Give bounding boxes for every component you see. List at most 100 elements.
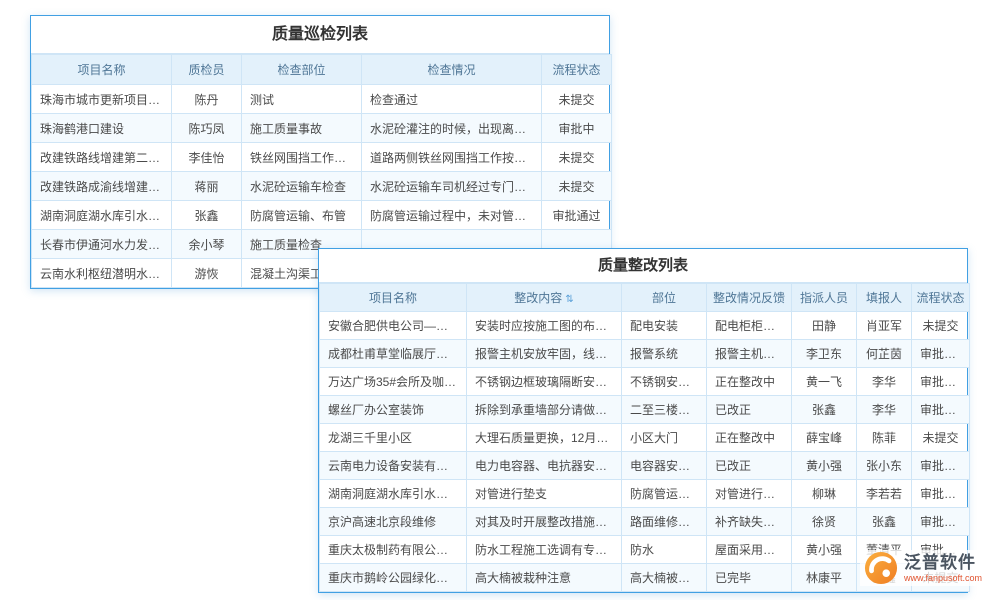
rectify-cell-part: 路面维修检... (622, 508, 707, 536)
rectify-cell-assignee[interactable]: 张鑫 (792, 396, 857, 424)
inspection-row: 改建铁路线增建第二线...李佳怡铁丝网围挡工作检查道路两侧铁丝网围挡工作按设计.… (32, 143, 612, 172)
rectify-cell-rectify-content: 高大楠被栽种注意 (467, 564, 622, 592)
sort-icon[interactable]: ⇅ (565, 294, 573, 305)
inspection-cell-project-name[interactable]: 珠海市城市更新项目紫... (32, 85, 172, 114)
rectify-cell-reporter[interactable]: 李若若 (857, 480, 912, 508)
rectify-cell-part: 小区大门 (622, 424, 707, 452)
rectify-cell-reporter[interactable]: 李华 (857, 368, 912, 396)
column-label: 质检员 (188, 63, 224, 77)
inspection-cell-inspector: 游恢 (172, 259, 242, 288)
rectify-cell-rectify-content: 拆除到承重墙部分请做好加固... (467, 396, 622, 424)
rectify-row: 万达广场35#会所及咖啡厅空...不锈钢边框玻璃隔断安装不牢...不锈钢安装..… (320, 368, 970, 396)
rectify-col-header-flow-status: 流程状态 (912, 284, 970, 312)
rectify-cell-assignee[interactable]: 徐贤 (792, 508, 857, 536)
inspection-cell-check-detail: 检查通过 (362, 85, 542, 114)
rectify-cell-reporter[interactable]: 何芷茵 (857, 340, 912, 368)
rectify-cell-assignee[interactable]: 田静 (792, 312, 857, 340)
rectify-cell-project-name[interactable]: 重庆太极制药有限公司亳州中... (320, 536, 467, 564)
inspection-cell-check-detail: 防腐管运输过程中，未对管进行... (362, 201, 542, 230)
rectify-cell-assignee[interactable]: 黄小强 (792, 536, 857, 564)
rectify-cell-assignee[interactable]: 林康平 (792, 564, 857, 592)
rectify-row: 京沪高速北京段维修对其及时开展整改措施，桥头...路面维修检...补齐缺失标志.… (320, 508, 970, 536)
inspection-cell-flow-status: 未提交 (542, 85, 612, 114)
logo-name: 泛普软件 (904, 553, 982, 573)
rectify-cell-project-name[interactable]: 龙湖三千里小区 (320, 424, 467, 452)
rectify-cell-project-name[interactable]: 安徽合肥供电公司—配电设备... (320, 312, 467, 340)
inspection-cell-check-part: 测试 (242, 85, 362, 114)
rectify-cell-assignee[interactable]: 李卫东 (792, 340, 857, 368)
rectify-cell-feedback: 已改正 (707, 452, 792, 480)
column-label: 检查情况 (427, 63, 475, 77)
rectify-cell-flow-status: 审批通过 (912, 396, 970, 424)
rectify-cell-part: 电容器安装... (622, 452, 707, 480)
inspection-row: 珠海鹤港口建设陈巧凤施工质量事故水泥砼灌注的时候，出现离析现象审批中 (32, 114, 612, 143)
column-label: 检查部位 (277, 63, 325, 77)
inspection-cell-inspector: 陈丹 (172, 85, 242, 114)
rectify-cell-flow-status: 审批通过 (912, 368, 970, 396)
inspection-cell-flow-status: 审批中 (542, 114, 612, 143)
inspection-row: 湖南洞庭湖水库引水工...张鑫防腐管运输、布管防腐管运输过程中，未对管进行...… (32, 201, 612, 230)
inspection-cell-project-name[interactable]: 珠海鹤港口建设 (32, 114, 172, 143)
rectify-col-header-rectify-content[interactable]: 整改内容⇅ (467, 284, 622, 312)
inspection-cell-project-name[interactable]: 改建铁路成渝线增建第... (32, 172, 172, 201)
rectify-cell-reporter[interactable]: 肖亚军 (857, 312, 912, 340)
rectify-row: 湖南洞庭湖水库引水工程施工...对管进行垫支防腐管运输...对管进行垫支柳琳李若… (320, 480, 970, 508)
rectify-cell-project-name[interactable]: 湖南洞庭湖水库引水工程施工... (320, 480, 467, 508)
rectify-col-header-assignee: 指派人员 (792, 284, 857, 312)
column-label: 部位 (652, 291, 676, 305)
rectify-cell-part: 二至三楼混... (622, 396, 707, 424)
inspection-cell-flow-status: 未提交 (542, 172, 612, 201)
rectify-cell-assignee[interactable]: 柳琳 (792, 480, 857, 508)
rectify-cell-part: 配电安装 (622, 312, 707, 340)
rectify-col-header-part: 部位 (622, 284, 707, 312)
rectify-cell-part: 防腐管运输... (622, 480, 707, 508)
inspection-cell-check-part: 施工质量事故 (242, 114, 362, 143)
rectify-cell-rectify-content: 对其及时开展整改措施，桥头... (467, 508, 622, 536)
inspection-cell-inspector: 蒋丽 (172, 172, 242, 201)
inspection-col-header-flow-status: 流程状态 (542, 55, 612, 85)
rectify-header-row: 项目名称整改内容⇅部位整改情况反馈指派人员填报人流程状态 (320, 284, 970, 312)
inspection-cell-project-name[interactable]: 改建铁路线增建第二线... (32, 143, 172, 172)
rectify-cell-project-name[interactable]: 京沪高速北京段维修 (320, 508, 467, 536)
rectify-cell-rectify-content: 报警主机安放牢固，线缆连接... (467, 340, 622, 368)
rectify-cell-project-name[interactable]: 重庆市鹅岭公园绿化景观提升... (320, 564, 467, 592)
rectify-cell-assignee[interactable]: 黄小强 (792, 452, 857, 480)
rectify-list-panel: 质量整改列表 项目名称整改内容⇅部位整改情况反馈指派人员填报人流程状态安徽合肥供… (318, 248, 968, 593)
rectify-col-header-project-name: 项目名称 (320, 284, 467, 312)
column-label: 整改内容 (514, 291, 562, 305)
rectify-cell-assignee[interactable]: 黄一飞 (792, 368, 857, 396)
inspection-cell-project-name[interactable]: 湖南洞庭湖水库引水工... (32, 201, 172, 230)
rectify-cell-rectify-content: 防水工程施工选调有专业资质... (467, 536, 622, 564)
rectify-cell-reporter[interactable]: 张小东 (857, 452, 912, 480)
rectify-cell-feedback: 正在整改中 (707, 424, 792, 452)
rectify-cell-rectify-content: 不锈钢边框玻璃隔断安装不牢... (467, 368, 622, 396)
rectify-cell-reporter[interactable]: 张鑫 (857, 508, 912, 536)
inspection-col-header-check-detail: 检查情况 (362, 55, 542, 85)
rectify-cell-reporter[interactable]: 李华 (857, 396, 912, 424)
rectify-col-header-reporter: 填报人 (857, 284, 912, 312)
fanpu-logo-text: 泛普软件 www.fanpusoft.com (904, 553, 982, 584)
inspection-list-title: 质量巡检列表 (31, 16, 609, 54)
inspection-col-header-check-part: 检查部位 (242, 55, 362, 85)
inspection-cell-inspector: 陈巧凤 (172, 114, 242, 143)
rectify-cell-flow-status: 审批通过 (912, 340, 970, 368)
rectify-cell-rectify-content: 大理石质量更换，12月31日之... (467, 424, 622, 452)
rectify-cell-feedback: 对管进行垫支 (707, 480, 792, 508)
rectify-cell-project-name[interactable]: 螺丝厂办公室装饰 (320, 396, 467, 424)
inspection-cell-project-name[interactable]: 长春市伊通河水力发电... (32, 230, 172, 259)
inspection-cell-check-detail: 道路两侧铁丝网围挡工作按设计... (362, 143, 542, 172)
rectify-cell-project-name[interactable]: 云南电力设备安装有限公司20... (320, 452, 467, 480)
inspection-col-header-project-name: 项目名称 (32, 55, 172, 85)
inspection-cell-inspector: 余小琴 (172, 230, 242, 259)
column-label: 项目名称 (369, 291, 417, 305)
rectify-cell-reporter[interactable]: 陈菲 (857, 424, 912, 452)
inspection-row: 珠海市城市更新项目紫...陈丹测试检查通过未提交 (32, 85, 612, 114)
inspection-cell-project-name[interactable]: 云南水利枢纽潜明水库... (32, 259, 172, 288)
rectify-cell-flow-status: 审批通过 (912, 452, 970, 480)
rectify-cell-project-name[interactable]: 成都杜甫草堂临展厅独立展... (320, 340, 467, 368)
rectify-cell-part: 防水 (622, 536, 707, 564)
rectify-cell-assignee[interactable]: 薛宝峰 (792, 424, 857, 452)
rectify-cell-project-name[interactable]: 万达广场35#会所及咖啡厅空... (320, 368, 467, 396)
rectify-cell-part: 不锈钢安装... (622, 368, 707, 396)
column-label: 流程状态 (916, 291, 964, 305)
